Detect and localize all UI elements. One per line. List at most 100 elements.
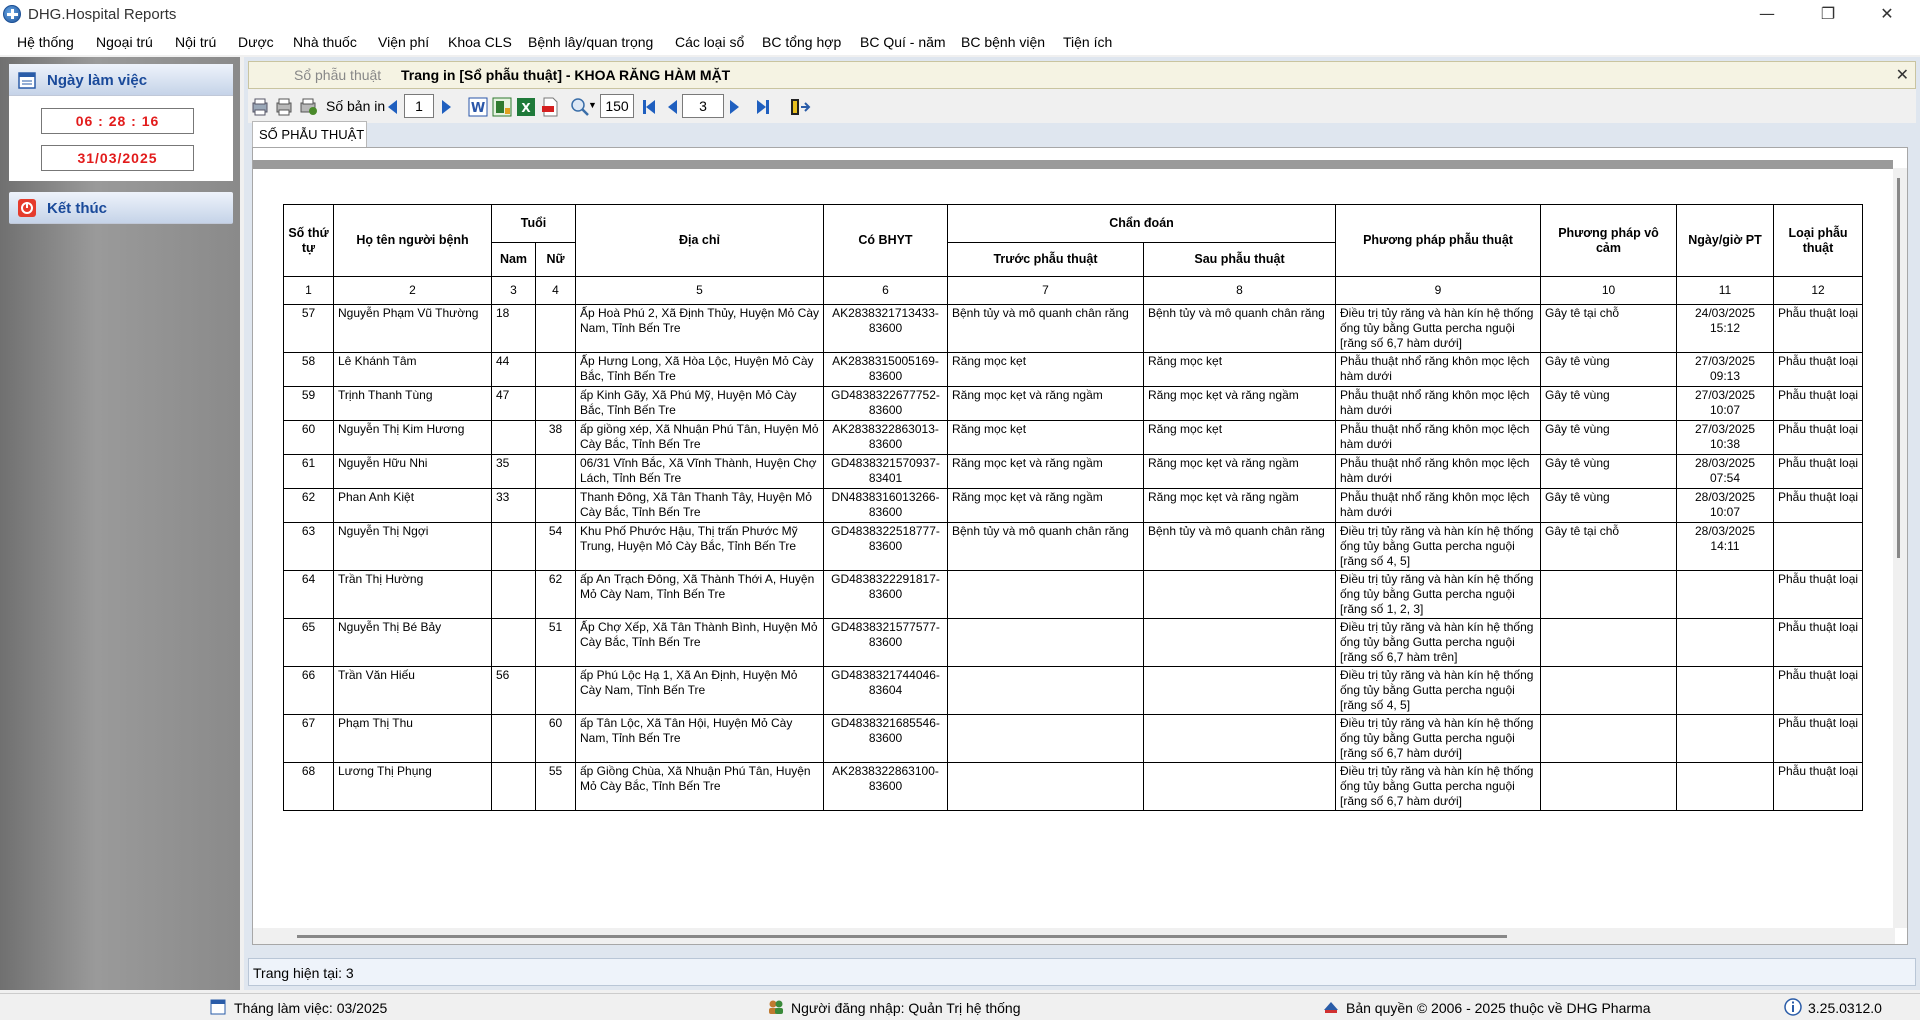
page-input[interactable]: 3 [682, 94, 724, 118]
cell-anesthesia: Gây tê vùng [1540, 352, 1677, 387]
zoom-dropdown-icon[interactable]: ▼ [588, 100, 597, 110]
copies-input[interactable]: 1 [404, 94, 434, 118]
export-pdf-icon[interactable] [540, 97, 560, 117]
menu-item-nha-thuoc[interactable]: Nhà thuốc [293, 34, 357, 50]
cell-name: Phan Anh Kiệt [333, 488, 492, 523]
cell-diagnosis-after: Bệnh tủy và mô quanh chân răng [1143, 304, 1336, 353]
first-page-icon[interactable] [646, 100, 655, 114]
cell-bhyt: GD4838321685546-83600 [823, 714, 948, 763]
cell-bhyt: GD4838322518777-83600 [823, 522, 948, 571]
cell-anesthesia: Gây tê vùng [1540, 420, 1677, 455]
page-top-band [253, 160, 1893, 169]
last-page-icon[interactable] [757, 100, 766, 114]
tab-so-phau-thuat-report[interactable]: SỐ PHẪU THUẬT [252, 121, 367, 147]
tab-so-phau-thuat[interactable]: Sổ phẫu thuật [294, 67, 381, 83]
cell-diagnosis-after [1143, 714, 1336, 763]
menu-item-ngoai-tru[interactable]: Ngoại trú [96, 34, 153, 50]
cell-diagnosis-before: Răng mọc kẹt [947, 420, 1144, 455]
cell-diagnosis-after [1143, 762, 1336, 811]
cell-anesthesia: Gây tê vùng [1540, 454, 1677, 489]
export-excel-data-icon[interactable]: X [516, 97, 536, 117]
table-row: 59 Trịnh Thanh Tùng 47 ấp Kinh Gãy, Xã Phú … [283, 386, 1864, 421]
cell-bhyt: AK2838315005169-83600 [823, 352, 948, 387]
cell-diagnosis-after [1143, 570, 1336, 619]
header-method: Phương pháp phẫu thuật [1335, 204, 1541, 277]
table-row: 66 Trần Văn Hiếu 56 ấp Phú Lộc Hạ 1, Xã An … [283, 666, 1864, 715]
cell-name: Nguyễn Thị Bé Bảy [333, 618, 492, 667]
cell-datetime: 24/03/2025 15:12 [1676, 304, 1774, 353]
zoom-icon[interactable] [570, 97, 590, 117]
zoom-input[interactable]: 150 [600, 94, 634, 118]
exit-button[interactable]: Kết thúc [9, 192, 233, 224]
close-preview-icon[interactable] [789, 97, 811, 117]
vertical-scrollbar[interactable] [1893, 168, 1907, 928]
maximize-button[interactable]: ❐ [1799, 0, 1857, 29]
close-window-button[interactable]: ✕ [1858, 0, 1916, 29]
menu-item-benh-lay[interactable]: Bệnh lây/quan trọng [528, 34, 653, 50]
cell-stt: 68 [283, 762, 334, 811]
cell-address: Khu Phố Phước Hậu, Thị trấn Phước Mỹ Tru… [575, 522, 824, 571]
minimize-button[interactable]: — [1738, 0, 1796, 29]
cell-diagnosis-after: Răng mọc kẹt [1143, 352, 1336, 387]
exit-label: Kết thúc [47, 200, 107, 217]
col-number: 7 [947, 276, 1144, 305]
header-diagnosis: Chẩn đoán [947, 204, 1336, 243]
cell-type: Phẫu thuật loại [1772, 714, 1864, 763]
cell-address: ấp Kinh Gãy, Xã Phú Mỹ, Huyện Mỏ Cày Bắc… [575, 386, 824, 421]
tab-trang-in[interactable]: Trang in [Sổ phẫu thuật] - KHOA RĂNG HÀM… [401, 67, 730, 83]
table-row: 58 Lê Khánh Tâm 44 Ấp Hưng Long, Xã Hòa Lộc… [283, 352, 1864, 387]
cell-female: 54 [535, 522, 576, 571]
left-panel: Ngày làm việc 06 : 28 : 16 31/03/2025 Kế… [0, 57, 240, 990]
copies-decrease-icon[interactable] [388, 100, 397, 114]
menu-item-khoa-cls[interactable]: Khoa CLS [448, 34, 512, 50]
close-tab-icon[interactable]: ✕ [1896, 65, 1909, 84]
menu-item-cac-loai-so[interactable]: Các loại sổ [675, 34, 744, 50]
cell-bhyt: GD4838321744046-83604 [823, 666, 948, 715]
col-number: 1 [283, 276, 334, 305]
menu-bar: Hệ thống Ngoại trú Nội trú Dược Nhà thuố… [0, 29, 1920, 55]
copies-label: Số bản in [326, 98, 386, 114]
menu-item-tien-ich[interactable]: Tiện ích [1063, 34, 1112, 50]
cell-stt: 57 [283, 304, 334, 353]
copies-increase-icon[interactable] [442, 100, 451, 114]
horizontal-scrollbar[interactable] [253, 928, 1895, 944]
menu-item-bc-tong-hop[interactable]: BC tổng hợp [762, 34, 841, 50]
cell-diagnosis-before [947, 666, 1144, 715]
next-page-icon[interactable] [730, 100, 739, 114]
cell-name: Trần Văn Hiếu [333, 666, 492, 715]
cell-diagnosis-after [1143, 618, 1336, 667]
title-bar: DHG.Hospital Reports — ❐ ✕ [0, 0, 1920, 29]
cell-stt: 66 [283, 666, 334, 715]
export-word-icon[interactable]: W [468, 97, 488, 117]
menu-item-duoc[interactable]: Dược [238, 34, 274, 50]
report-viewer[interactable]: Số thứ tự Họ tên người bệnh Tuổi Địa chỉ… [252, 147, 1908, 945]
version-text: 3.25.0312.0 [1808, 1000, 1882, 1016]
cell-anesthesia: Gây tê vùng [1540, 386, 1677, 421]
cell-method: Điều trị tủy răng và hàn kín hệ thống ốn… [1335, 570, 1541, 619]
menu-item-bc-qui-nam[interactable]: BC Quí - năm [860, 34, 946, 50]
cell-diagnosis-after [1143, 666, 1336, 715]
quick-print-icon[interactable] [298, 97, 318, 117]
print-icon[interactable] [274, 97, 294, 117]
prev-page-icon[interactable] [668, 100, 677, 114]
menu-item-bc-benh-vien[interactable]: BC bệnh viện [961, 34, 1045, 50]
menu-item-vien-phi[interactable]: Viện phí [378, 34, 429, 50]
cell-type: Phẫu thuật loại [1772, 420, 1864, 455]
cell-name: Lê Khánh Tâm [333, 352, 492, 387]
cell-datetime [1676, 666, 1774, 715]
cell-male [491, 420, 536, 455]
cell-address: ấp An Trạch Đông, Xã Thành Thới A, Huyện… [575, 570, 824, 619]
cell-diagnosis-before: Bệnh tủy và mô quanh chân răng [947, 304, 1144, 353]
export-excel-icon[interactable] [492, 97, 512, 117]
cell-female [535, 352, 576, 387]
cell-diagnosis-after: Răng mọc kẹt và răng ngầm [1143, 454, 1336, 489]
print-setup-icon[interactable] [250, 97, 270, 117]
workday-box: Ngày làm việc 06 : 28 : 16 31/03/2025 [9, 64, 233, 181]
cell-name: Lương Thị Phụng [333, 762, 492, 811]
cell-anesthesia [1540, 666, 1677, 715]
menu-item-he-thong[interactable]: Hệ thống [17, 34, 74, 50]
cell-bhyt: GD4838322291817-83600 [823, 570, 948, 619]
menu-item-noi-tru[interactable]: Nội trú [175, 34, 216, 50]
cell-male [491, 762, 536, 811]
col-number: 9 [1335, 276, 1541, 305]
